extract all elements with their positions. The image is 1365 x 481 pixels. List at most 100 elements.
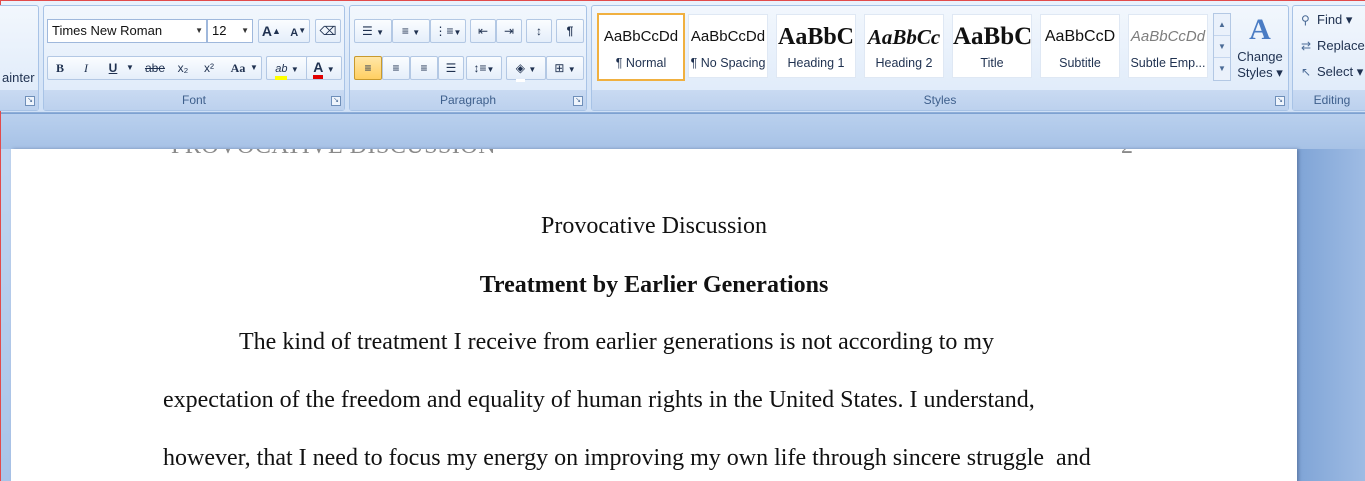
style-normal[interactable]: AaBbCcDd ¶ Normal bbox=[597, 13, 685, 81]
style-name: ¶ Normal bbox=[615, 56, 667, 70]
body-line: The kind of treatment I receive from ear… bbox=[239, 329, 995, 355]
subscript-button[interactable]: x₂ bbox=[172, 57, 194, 81]
style-heading-1[interactable]: AaBbC Heading 1 bbox=[776, 14, 856, 78]
shading-button[interactable]: ◈ ▼ bbox=[506, 56, 546, 82]
line-spacing-button[interactable]: ↕≡▼ bbox=[466, 56, 502, 80]
paragraph-dialog-launcher[interactable]: ↘ bbox=[573, 96, 583, 106]
gallery-scroll-up-icon[interactable]: ▲ bbox=[1214, 14, 1230, 36]
replace-label: Replace bbox=[1317, 38, 1365, 53]
align-center-button[interactable]: ≡ bbox=[382, 56, 410, 80]
style-sample: AaBbCc bbox=[867, 25, 941, 49]
format-painter-label[interactable]: ainter bbox=[2, 70, 35, 85]
style-subtitle[interactable]: AaBbCcD Subtitle bbox=[1040, 14, 1120, 78]
change-case-button[interactable]: Aa bbox=[226, 57, 250, 81]
shrink-font-button[interactable]: A bbox=[290, 27, 298, 39]
change-styles-label: Change bbox=[1237, 49, 1283, 64]
align-left-button[interactable]: ≡ bbox=[354, 56, 382, 80]
styles-gallery-scroll[interactable]: ▲ ▼ ▼ bbox=[1213, 13, 1231, 81]
running-head: PROVOCATIVE DISCUSSION bbox=[171, 149, 496, 160]
font-name-value: Times New Roman bbox=[52, 23, 163, 38]
paragraph-group-label: Paragraph bbox=[350, 90, 586, 110]
font-group-label: Font bbox=[44, 90, 344, 110]
change-styles-button[interactable]: A Change Styles ▾ bbox=[1234, 11, 1286, 81]
style-sample: AaBbC bbox=[953, 23, 1031, 50]
style-name: Subtitle bbox=[1059, 56, 1101, 70]
pilcrow-icon: ¶ bbox=[566, 24, 574, 38]
document-page[interactable]: PROVOCATIVE DISCUSSION 2 Provocative Dis… bbox=[11, 149, 1297, 481]
clear-formatting-button[interactable]: ⌫ bbox=[315, 19, 341, 43]
bullets-button[interactable]: ☰ ▼ bbox=[354, 19, 392, 43]
ribbon: ainter ↘ Times New Roman ▼ 12 ▼ A▲ A▼ ⌫ … bbox=[0, 1, 1365, 113]
align-left-icon: ≡ bbox=[364, 61, 372, 75]
paint-bucket-icon: ◈ bbox=[515, 57, 525, 82]
styles-dialog-launcher[interactable]: ↘ bbox=[1275, 96, 1285, 106]
chevron-down-icon: ▼ bbox=[290, 65, 299, 74]
borders-icon: ⊞ bbox=[554, 61, 565, 75]
gallery-more-icon[interactable]: ▼ bbox=[1214, 58, 1230, 80]
chevron-down-icon: ▼ bbox=[326, 65, 335, 74]
styles-group-label: Styles bbox=[592, 90, 1288, 110]
style-no-spacing[interactable]: AaBbCcDd ¶ No Spacing bbox=[688, 14, 768, 78]
workspace-right-margin bbox=[1297, 149, 1365, 481]
document-heading: Treatment by Earlier Generations bbox=[479, 272, 829, 298]
change-styles-label-2: Styles ▾ bbox=[1237, 65, 1283, 80]
replace-button[interactable]: ⇄ Replace bbox=[1301, 38, 1365, 53]
underline-dropdown-icon[interactable]: ▼ bbox=[124, 57, 136, 81]
style-sample: AaBbCcDd bbox=[603, 28, 679, 45]
replace-icon: ⇄ bbox=[1301, 39, 1312, 53]
justify-button[interactable]: ☰ bbox=[438, 56, 464, 80]
select-label: Select ▾ bbox=[1317, 64, 1364, 79]
style-heading-2[interactable]: AaBbCc Heading 2 bbox=[864, 14, 944, 78]
numbering-button[interactable]: ≡ ▼ bbox=[392, 19, 430, 43]
borders-button[interactable]: ⊞ ▼ bbox=[546, 56, 584, 80]
decrease-indent-button[interactable]: ⇤ bbox=[470, 19, 496, 43]
chevron-down-icon: ▼ bbox=[241, 26, 249, 35]
style-title[interactable]: AaBbC Title bbox=[952, 14, 1032, 78]
font-size-combo[interactable]: 12 ▼ bbox=[207, 19, 253, 43]
style-sample: AaBbCcDd bbox=[690, 28, 766, 45]
italic-button[interactable]: I bbox=[75, 57, 97, 81]
line-spacing-icon: ↕≡ bbox=[473, 61, 487, 75]
change-styles-icon: A bbox=[1249, 13, 1271, 46]
style-sample: AaBbCcD bbox=[1044, 28, 1116, 45]
body-line: expectation of the freedom and equality … bbox=[163, 387, 1035, 413]
font-color-icon: A bbox=[313, 60, 324, 79]
style-subtle-emphasis[interactable]: AaBbCcDd Subtle Emp... bbox=[1128, 14, 1208, 78]
multilevel-list-button[interactable]: ⋮≡▼ bbox=[430, 19, 466, 43]
strikethrough-button[interactable]: abe bbox=[142, 57, 168, 81]
underline-button[interactable]: U bbox=[102, 57, 124, 81]
highlighter-icon: ab bbox=[275, 62, 288, 80]
font-dialog-launcher[interactable]: ↘ bbox=[331, 96, 341, 106]
align-right-button[interactable]: ≡ bbox=[410, 56, 438, 80]
clipboard-group: ainter ↘ bbox=[0, 5, 39, 111]
style-name: Heading 1 bbox=[787, 56, 845, 70]
grow-font-button[interactable]: A bbox=[262, 23, 272, 39]
clipboard-dialog-launcher[interactable]: ↘ bbox=[25, 96, 35, 106]
clear-formatting-icon: ⌫ bbox=[319, 24, 337, 38]
binoculars-icon: ⚲ bbox=[1301, 13, 1310, 27]
increase-indent-button[interactable]: ⇥ bbox=[496, 19, 522, 43]
cursor-arrow-icon: ↖ bbox=[1301, 65, 1312, 79]
font-color-button[interactable]: A ▼ bbox=[306, 56, 342, 80]
show-formatting-button[interactable]: ¶ bbox=[556, 19, 584, 43]
style-name: Subtle Emp... bbox=[1130, 56, 1206, 70]
find-button[interactable]: ⚲ Find ▾ bbox=[1301, 12, 1352, 28]
sort-icon: ↕ bbox=[536, 24, 542, 38]
sort-button[interactable]: ↕ bbox=[526, 19, 552, 43]
numbering-icon: ≡ bbox=[401, 24, 409, 38]
select-button[interactable]: ↖ Select ▾ bbox=[1301, 64, 1363, 80]
chevron-down-icon: ▼ bbox=[195, 26, 203, 35]
font-name-combo[interactable]: Times New Roman ▼ bbox=[47, 19, 207, 43]
bullets-icon: ☰ bbox=[361, 24, 373, 38]
editing-group-label: Editing bbox=[1293, 90, 1365, 110]
chevron-down-icon[interactable]: ▼ bbox=[248, 57, 260, 81]
style-name: Heading 2 bbox=[875, 56, 933, 70]
font-size-value: 12 bbox=[212, 23, 227, 38]
increase-indent-icon: ⇥ bbox=[503, 24, 515, 38]
bold-button[interactable]: B bbox=[49, 57, 71, 81]
highlight-button[interactable]: ab ▼ bbox=[266, 56, 308, 80]
gallery-scroll-down-icon[interactable]: ▼ bbox=[1214, 36, 1230, 58]
superscript-button[interactable]: x² bbox=[198, 57, 220, 81]
font-group: Times New Roman ▼ 12 ▼ A▲ A▼ ⌫ B I U ▼ a… bbox=[43, 5, 345, 111]
decrease-indent-icon: ⇤ bbox=[477, 24, 489, 38]
